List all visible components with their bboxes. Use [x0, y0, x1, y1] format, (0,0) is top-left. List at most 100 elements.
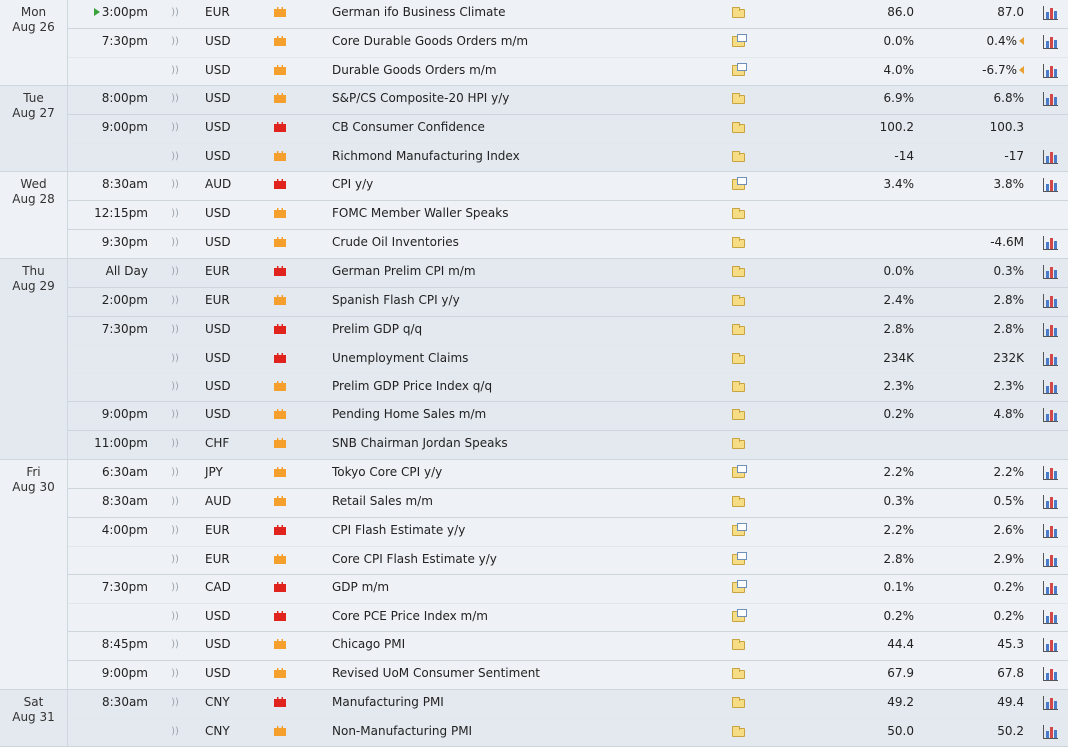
chart-icon[interactable]: [1043, 661, 1059, 688]
event-title[interactable]: Pending Home Sales m/m: [332, 402, 712, 429]
event-title[interactable]: Revised UoM Consumer Sentiment: [332, 661, 712, 688]
chart-icon[interactable]: [1043, 518, 1059, 545]
event-row[interactable]: )) CNY Non-Manufacturing PMI 50.0 50.2: [68, 718, 1068, 746]
event-title[interactable]: FOMC Member Waller Speaks: [332, 201, 712, 228]
speaker-icon[interactable]: )): [170, 288, 180, 315]
event-row[interactable]: All Day)) EUR German Prelim CPI m/m 0.0% 0.3…: [68, 259, 1068, 287]
event-row[interactable]: )) EUR Core CPI Flash Estimate y/y 2.8% 2.9%: [68, 546, 1068, 574]
event-title[interactable]: Prelim GDP Price Index q/q: [332, 374, 712, 401]
detail-folder-icon[interactable]: [731, 288, 747, 315]
chart-icon[interactable]: [1043, 144, 1059, 171]
speaker-icon[interactable]: )): [170, 29, 180, 56]
event-row[interactable]: 9:00pm)) USD CB Consumer Confidence 100.2 10…: [68, 115, 1068, 143]
event-title[interactable]: Core CPI Flash Estimate y/y: [332, 547, 712, 574]
event-title[interactable]: Unemployment Claims: [332, 346, 712, 373]
detail-folder-icon[interactable]: [731, 144, 747, 171]
chart-icon[interactable]: [1043, 604, 1059, 631]
event-title[interactable]: Prelim GDP q/q: [332, 317, 712, 344]
chart-icon[interactable]: [1043, 632, 1059, 659]
event-title[interactable]: GDP m/m: [332, 575, 712, 602]
speaker-icon[interactable]: )): [170, 690, 180, 717]
chart-icon[interactable]: [1043, 489, 1059, 516]
detail-folder-icon[interactable]: [731, 115, 747, 142]
speaker-icon[interactable]: )): [170, 518, 180, 545]
chart-icon[interactable]: [1043, 58, 1059, 85]
event-title[interactable]: German ifo Business Climate: [332, 0, 712, 27]
event-title[interactable]: Manufacturing PMI: [332, 690, 712, 717]
detail-doc-icon[interactable]: [731, 29, 747, 56]
speaker-icon[interactable]: )): [170, 317, 180, 344]
chart-icon[interactable]: [1043, 288, 1059, 315]
event-title[interactable]: CPI y/y: [332, 172, 712, 199]
detail-doc-icon[interactable]: [731, 547, 747, 574]
detail-folder-icon[interactable]: [731, 230, 747, 257]
event-title[interactable]: Chicago PMI: [332, 632, 712, 659]
speaker-icon[interactable]: )): [170, 661, 180, 688]
event-title[interactable]: Core PCE Price Index m/m: [332, 604, 712, 631]
detail-folder-icon[interactable]: [731, 201, 747, 228]
event-title[interactable]: Retail Sales m/m: [332, 489, 712, 516]
event-row[interactable]: )) USD Richmond Manufacturing Index -14 -17: [68, 143, 1068, 171]
detail-doc-icon[interactable]: [731, 58, 747, 85]
detail-doc-icon[interactable]: [731, 575, 747, 602]
speaker-icon[interactable]: )): [170, 632, 180, 659]
detail-doc-icon[interactable]: [731, 172, 747, 199]
detail-folder-icon[interactable]: [731, 402, 747, 429]
event-row[interactable]: 8:00pm)) USD S&P/CS Composite-20 HPI y/y 6.…: [68, 86, 1068, 114]
detail-folder-icon[interactable]: [731, 489, 747, 516]
chart-icon[interactable]: [1043, 259, 1059, 286]
chart-icon[interactable]: [1043, 460, 1059, 487]
speaker-icon[interactable]: )): [170, 86, 180, 113]
event-row[interactable]: 7:30pm)) USD Prelim GDP q/q 2.8% 2.8%: [68, 317, 1068, 345]
event-title[interactable]: German Prelim CPI m/m: [332, 259, 712, 286]
event-row[interactable]: 9:30pm)) USD Crude Oil Inventories -4.6M: [68, 230, 1068, 258]
event-title[interactable]: Spanish Flash CPI y/y: [332, 288, 712, 315]
event-title[interactable]: S&P/CS Composite-20 HPI y/y: [332, 86, 712, 113]
chart-icon[interactable]: [1043, 690, 1059, 717]
speaker-icon[interactable]: )): [170, 144, 180, 171]
detail-folder-icon[interactable]: [731, 86, 747, 113]
chart-icon[interactable]: [1043, 547, 1059, 574]
detail-folder-icon[interactable]: [731, 632, 747, 659]
event-title[interactable]: CPI Flash Estimate y/y: [332, 518, 712, 545]
detail-folder-icon[interactable]: [731, 719, 747, 746]
event-row[interactable]: 3:00pm)) EUR German ifo Business Climate 86…: [68, 0, 1068, 28]
detail-folder-icon[interactable]: [731, 431, 747, 458]
detail-folder-icon[interactable]: [731, 374, 747, 401]
speaker-icon[interactable]: )): [170, 547, 180, 574]
event-row[interactable]: 11:00pm)) CHF SNB Chairman Jordan Speaks: [68, 431, 1068, 459]
detail-doc-icon[interactable]: [731, 604, 747, 631]
speaker-icon[interactable]: )): [170, 460, 180, 487]
speaker-icon[interactable]: )): [170, 201, 180, 228]
event-title[interactable]: CB Consumer Confidence: [332, 115, 712, 142]
detail-folder-icon[interactable]: [731, 0, 747, 27]
event-row[interactable]: 9:00pm)) USD Revised UoM Consumer Sentimen…: [68, 661, 1068, 689]
event-row[interactable]: 6:30am)) JPY Tokyo Core CPI y/y 2.2% 2.2%: [68, 460, 1068, 488]
speaker-icon[interactable]: )): [170, 230, 180, 257]
chart-icon[interactable]: [1043, 29, 1059, 56]
chart-icon[interactable]: [1043, 230, 1059, 257]
event-row[interactable]: 9:00pm)) USD Pending Home Sales m/m 0.2% 4.8…: [68, 402, 1068, 430]
event-title[interactable]: Durable Goods Orders m/m: [332, 58, 712, 85]
chart-icon[interactable]: [1043, 575, 1059, 602]
event-title[interactable]: Tokyo Core CPI y/y: [332, 460, 712, 487]
detail-folder-icon[interactable]: [731, 690, 747, 717]
detail-folder-icon[interactable]: [731, 346, 747, 373]
event-row[interactable]: )) USD Prelim GDP Price Index q/q 2.3% 2.3%: [68, 373, 1068, 401]
chart-icon[interactable]: [1043, 719, 1059, 746]
event-title[interactable]: Crude Oil Inventories: [332, 230, 712, 257]
speaker-icon[interactable]: )): [170, 259, 180, 286]
speaker-icon[interactable]: )): [170, 575, 180, 602]
event-row[interactable]: 4:00pm)) EUR CPI Flash Estimate y/y 2.2% 2.6…: [68, 518, 1068, 546]
chart-icon[interactable]: [1043, 86, 1059, 113]
speaker-icon[interactable]: )): [170, 58, 180, 85]
speaker-icon[interactable]: )): [170, 604, 180, 631]
event-row[interactable]: 8:30am)) AUD CPI y/y 3.4% 3.8%: [68, 172, 1068, 200]
chart-icon[interactable]: [1043, 346, 1059, 373]
event-row[interactable]: 8:30am)) AUD Retail Sales m/m 0.3% 0.5%: [68, 489, 1068, 517]
event-row[interactable]: 12:15pm)) USD FOMC Member Waller Speaks: [68, 201, 1068, 229]
speaker-icon[interactable]: )): [170, 374, 180, 401]
event-title[interactable]: Core Durable Goods Orders m/m: [332, 29, 712, 56]
speaker-icon[interactable]: )): [170, 719, 180, 746]
speaker-icon[interactable]: )): [170, 0, 180, 27]
